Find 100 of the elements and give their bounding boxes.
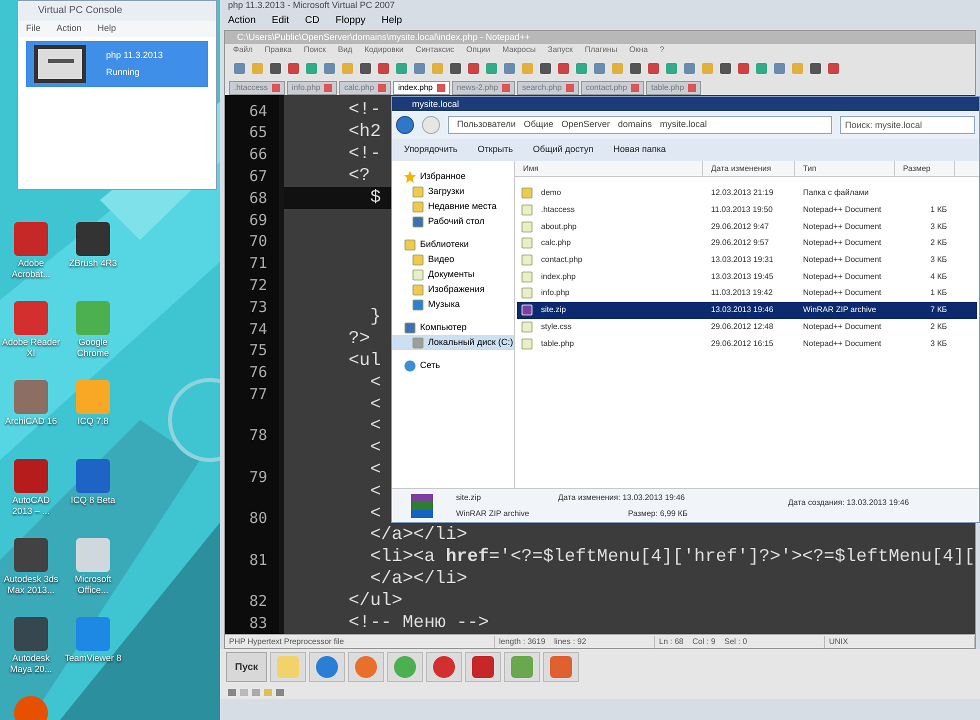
toolbar-button[interactable]: Упорядочить bbox=[404, 143, 458, 157]
menu-item[interactable]: Floppy bbox=[335, 12, 366, 28]
toolbar-icon[interactable] bbox=[377, 62, 390, 74]
breadcrumb[interactable]: mysite.local bbox=[660, 118, 707, 132]
close-icon[interactable] bbox=[688, 84, 696, 92]
toolbar-icon[interactable] bbox=[287, 62, 300, 74]
menu-item[interactable]: Опции bbox=[466, 44, 490, 56]
toolbar-icon[interactable] bbox=[629, 62, 642, 74]
toolbar-icon[interactable] bbox=[683, 62, 696, 74]
menu-item[interactable]: Help bbox=[382, 12, 402, 28]
column-header[interactable]: Размер bbox=[895, 161, 955, 176]
file-row[interactable]: .htaccess 11.03.2013 19:50 Notepad++ Document 1 КБ bbox=[517, 202, 977, 218]
toolbar-icon[interactable] bbox=[359, 62, 372, 74]
toolbar-icon[interactable] bbox=[647, 62, 660, 74]
nav-item[interactable]: Библиотеки bbox=[392, 237, 514, 252]
file-row[interactable]: style.css 29.06.2012 12:48 Notepad++ Document 2 КБ bbox=[517, 318, 977, 336]
taskbar-app-icon[interactable] bbox=[465, 652, 502, 682]
menu-item[interactable]: Поиск bbox=[304, 44, 326, 56]
toolbar-button[interactable]: Открыть bbox=[478, 143, 513, 157]
taskbar-app-icon[interactable] bbox=[426, 652, 462, 682]
toolbar-icon[interactable] bbox=[719, 62, 732, 74]
nav-item[interactable]: Загрузки bbox=[392, 184, 514, 199]
menu-item[interactable]: Action bbox=[56, 22, 82, 36]
menu-item[interactable]: Вид bbox=[338, 44, 352, 56]
nav-item[interactable]: Сеть bbox=[392, 358, 514, 373]
nav-item[interactable]: Избранное bbox=[392, 169, 514, 184]
toolbar-icon[interactable] bbox=[557, 62, 570, 74]
column-header[interactable]: Дата изменения bbox=[703, 161, 795, 176]
menu-item[interactable]: CD bbox=[305, 12, 320, 28]
toolbar-icon[interactable] bbox=[809, 62, 822, 74]
nav-item[interactable]: Музыка bbox=[392, 297, 514, 312]
nav-item[interactable]: Изображения bbox=[392, 282, 514, 297]
file-row[interactable]: demo 12.03.2013 21:19 Папка с файлами bbox=[517, 185, 977, 202]
toolbar-icon[interactable] bbox=[449, 62, 462, 74]
breadcrumb[interactable]: Пользователи bbox=[457, 118, 516, 132]
close-icon[interactable] bbox=[566, 84, 574, 92]
taskbar-app-icon[interactable] bbox=[348, 652, 384, 682]
breadcrumb[interactable]: domains bbox=[618, 118, 652, 132]
nav-item[interactable]: Документы bbox=[392, 267, 514, 282]
close-icon[interactable] bbox=[436, 84, 445, 92]
file-row[interactable]: table.php 29.06.2012 16:15 Notepad++ Document 3 КБ bbox=[517, 335, 977, 352]
toolbar-icon[interactable] bbox=[323, 62, 336, 74]
file-row[interactable]: contact.php 13.03.2013 19:31 Notepad++ Document 3 КБ bbox=[517, 252, 977, 268]
file-row[interactable]: info.php 11.03.2013 19:42 Notepad++ Document 1 КБ bbox=[517, 285, 977, 302]
toolbar-icon[interactable] bbox=[539, 62, 552, 74]
toolbar-icon[interactable] bbox=[269, 62, 282, 74]
close-icon[interactable] bbox=[272, 84, 280, 92]
menu-item[interactable]: Help bbox=[98, 22, 116, 36]
menu-item[interactable]: Кодировки bbox=[364, 44, 404, 56]
toolbar-button[interactable]: Новая папка bbox=[613, 143, 666, 157]
menu-item[interactable]: Макросы bbox=[502, 44, 536, 56]
search-field[interactable]: Поиск: mysite.local bbox=[840, 116, 975, 134]
breadcrumb[interactable]: OpenServer bbox=[561, 118, 610, 132]
menu-item[interactable]: Синтаксис bbox=[416, 44, 454, 56]
nav-item[interactable]: Компьютер bbox=[392, 320, 514, 335]
menu-item[interactable]: ? bbox=[660, 44, 664, 56]
menu-item[interactable]: Action bbox=[228, 12, 256, 28]
toolbar-icon[interactable] bbox=[593, 62, 606, 74]
taskbar-app-icon[interactable] bbox=[504, 652, 540, 682]
breadcrumb[interactable]: Общие bbox=[524, 118, 554, 132]
column-header[interactable]: Имя bbox=[515, 161, 703, 176]
start-button[interactable]: Пуск bbox=[226, 652, 268, 682]
toolbar-icon[interactable] bbox=[773, 62, 786, 74]
file-tab[interactable]: index.php bbox=[393, 81, 450, 95]
close-icon[interactable] bbox=[502, 84, 510, 92]
nav-item[interactable]: Видео bbox=[392, 252, 514, 267]
taskbar-app-icon[interactable] bbox=[309, 652, 346, 682]
file-row[interactable]: calc.php 29.06.2012 9:57 Notepad++ Document 2 КБ bbox=[517, 235, 977, 252]
toolbar-icon[interactable] bbox=[503, 62, 516, 74]
toolbar-icon[interactable] bbox=[467, 62, 480, 74]
menu-item[interactable]: Плагины bbox=[584, 44, 618, 56]
address-bar[interactable]: Пользователи Общие OpenServer domains mysite.local bbox=[448, 116, 832, 134]
file-row[interactable]: about.php 29.06.2012 9:47 Notepad++ Document 3 КБ bbox=[517, 218, 977, 236]
menu-item[interactable]: Файл bbox=[233, 44, 253, 56]
close-icon[interactable] bbox=[378, 84, 386, 92]
nav-item[interactable]: Рабочий стол bbox=[392, 214, 514, 229]
toolbar-icon[interactable] bbox=[233, 62, 246, 74]
menu-item[interactable]: Правка bbox=[264, 44, 292, 56]
column-header[interactable]: Тип bbox=[795, 161, 895, 176]
back-button[interactable] bbox=[396, 116, 414, 134]
toolbar-button[interactable]: Общий доступ bbox=[532, 143, 594, 157]
menu-item[interactable]: File bbox=[26, 22, 41, 36]
close-icon[interactable] bbox=[631, 84, 640, 92]
taskbar-app-icon[interactable] bbox=[543, 652, 580, 682]
menu-item[interactable]: Edit bbox=[272, 12, 290, 28]
file-row[interactable]: index.php 13.03.2013 19:45 Notepad++ Document 4 КБ bbox=[517, 268, 977, 286]
toolbar-icon[interactable] bbox=[827, 62, 840, 74]
forward-button[interactable] bbox=[422, 116, 440, 134]
close-icon[interactable] bbox=[324, 84, 332, 92]
nav-item[interactable]: Локальный диск (C:) bbox=[392, 335, 514, 350]
archive-icon bbox=[521, 304, 533, 316]
nav-item[interactable]: Недавние места bbox=[392, 199, 514, 214]
status-text: UNIX bbox=[825, 636, 975, 648]
menu-item[interactable]: Окна bbox=[629, 44, 648, 56]
code-line: <? bbox=[347, 164, 370, 188]
file-row[interactable]: site.zip 13.03.2013 19:46 WinRAR ZIP archive 7 КБ bbox=[517, 302, 977, 318]
toolbar-icon[interactable] bbox=[737, 62, 750, 74]
toolbar-icon[interactable] bbox=[413, 62, 426, 74]
taskbar-app-icon[interactable] bbox=[387, 652, 424, 682]
menu-item[interactable]: Запуск bbox=[548, 44, 573, 56]
